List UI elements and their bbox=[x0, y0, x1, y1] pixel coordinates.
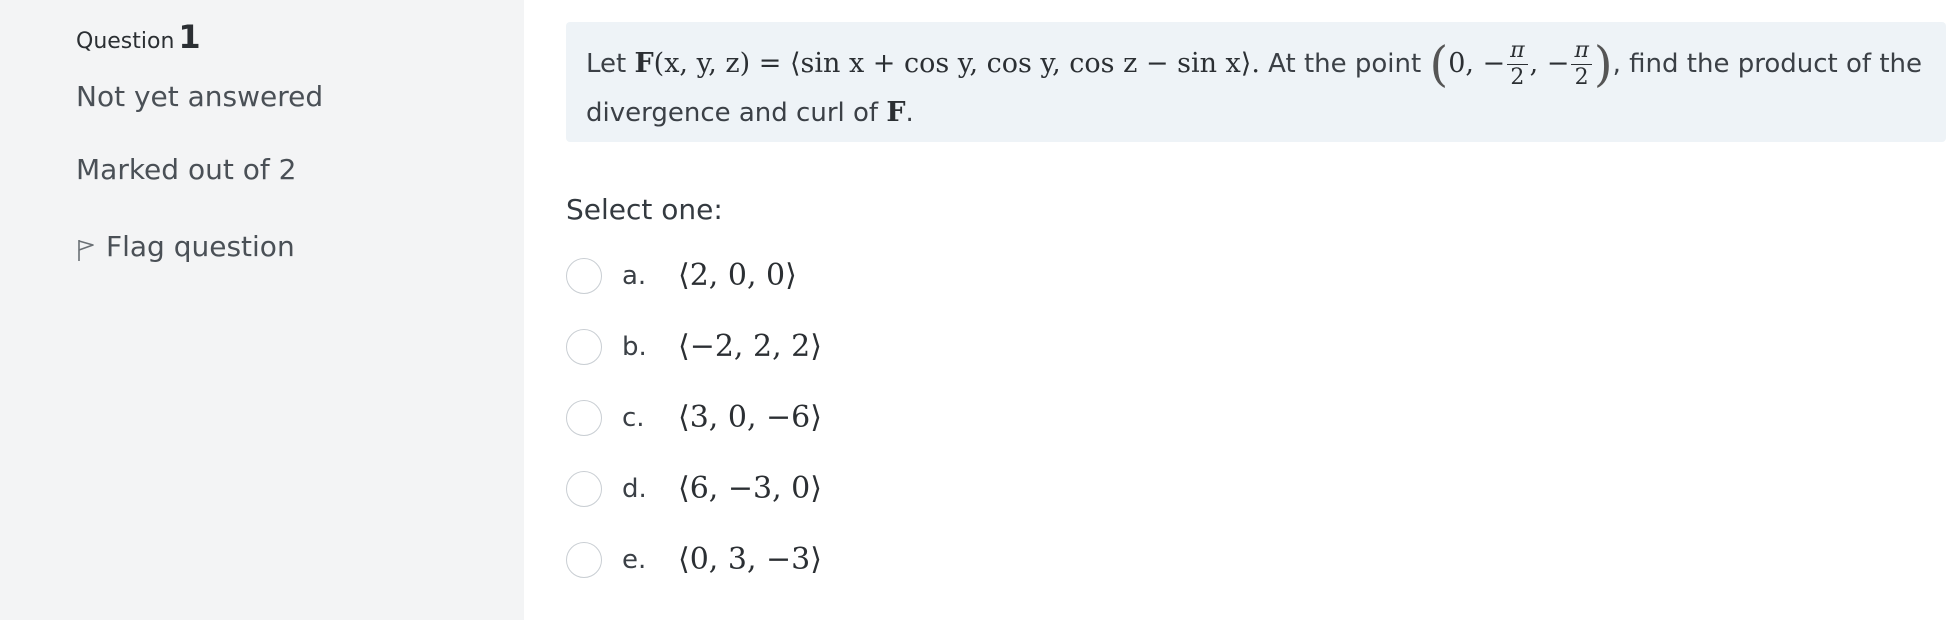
answer-options: a. ⟨2, 0, 0⟩ b. ⟨−2, 2, 2⟩ c. ⟨3, 0, −6⟩… bbox=[566, 240, 822, 595]
denominator: 2 bbox=[1510, 65, 1525, 90]
option-letter: e. bbox=[622, 544, 647, 575]
option-value: ⟨−2, 2, 2⟩ bbox=[678, 329, 822, 364]
radio-button[interactable] bbox=[566, 399, 602, 436]
point-coordinates: (0, − π 2, − π 2) bbox=[1429, 40, 1612, 89]
question-number: Question 1 bbox=[76, 18, 201, 56]
left-paren: ( bbox=[1429, 36, 1449, 93]
right-paren: ) bbox=[1593, 36, 1613, 93]
question-state: Not yet answered bbox=[76, 80, 324, 113]
question-intro: Let bbox=[586, 49, 627, 79]
flag-question-link[interactable]: Flag question bbox=[76, 224, 295, 269]
radio-button[interactable] bbox=[566, 328, 602, 365]
question-line2: divergence and curl of bbox=[586, 98, 879, 128]
point-x: 0, − bbox=[1448, 48, 1506, 79]
select-one-prompt: Select one: bbox=[566, 193, 723, 226]
fraction-pi-over-2: π2 bbox=[1571, 40, 1592, 90]
option-value: ⟨0, 3, −3⟩ bbox=[678, 542, 822, 577]
question-end: . bbox=[905, 98, 914, 128]
radio-button[interactable] bbox=[566, 257, 602, 294]
flag-question-label: Flag question bbox=[106, 230, 295, 263]
option-value: ⟨2, 0, 0⟩ bbox=[678, 258, 797, 293]
field-name-ref: F bbox=[886, 97, 906, 128]
flag-outline-icon bbox=[76, 224, 106, 269]
field-definition: (x, y, z) = ⟨sin x + cos y, cos y, cos z… bbox=[653, 48, 1260, 79]
option-letter: d. bbox=[622, 473, 647, 504]
question-label: Question bbox=[76, 29, 175, 54]
question-text: Let F(x, y, z) = ⟨sin x + cos y, cos y, … bbox=[566, 22, 1946, 142]
radio-button[interactable] bbox=[566, 541, 602, 578]
option-d[interactable]: d. ⟨6, −3, 0⟩ bbox=[566, 453, 822, 524]
option-letter: a. bbox=[622, 260, 647, 291]
question-tail: , find the product of the bbox=[1612, 49, 1922, 79]
question-grade: Marked out of 2 bbox=[76, 153, 297, 186]
option-b[interactable]: b. ⟨−2, 2, 2⟩ bbox=[566, 311, 822, 382]
option-value: ⟨3, 0, −6⟩ bbox=[678, 400, 822, 435]
option-letter: c. bbox=[622, 402, 645, 433]
option-a[interactable]: a. ⟨2, 0, 0⟩ bbox=[566, 240, 822, 311]
option-letter: b. bbox=[622, 331, 647, 362]
option-c[interactable]: c. ⟨3, 0, −6⟩ bbox=[566, 382, 822, 453]
point-separator: , − bbox=[1529, 48, 1570, 79]
question-info-panel: Question 1 Not yet answered Marked out of… bbox=[0, 0, 524, 620]
option-value: ⟨6, −3, 0⟩ bbox=[678, 471, 822, 506]
vector-field-formula: F(x, y, z) = ⟨sin x + cos y, cos y, cos … bbox=[634, 48, 1259, 79]
numerator: π bbox=[1571, 40, 1592, 65]
numerator: π bbox=[1507, 40, 1528, 65]
fraction-pi-over-2: π2 bbox=[1507, 40, 1528, 90]
option-e[interactable]: e. ⟨0, 3, −3⟩ bbox=[566, 524, 822, 595]
field-name: F bbox=[634, 48, 654, 79]
radio-button[interactable] bbox=[566, 470, 602, 507]
question-number-value: 1 bbox=[178, 18, 201, 56]
point-label: At the point bbox=[1268, 49, 1422, 79]
denominator: 2 bbox=[1574, 65, 1589, 90]
